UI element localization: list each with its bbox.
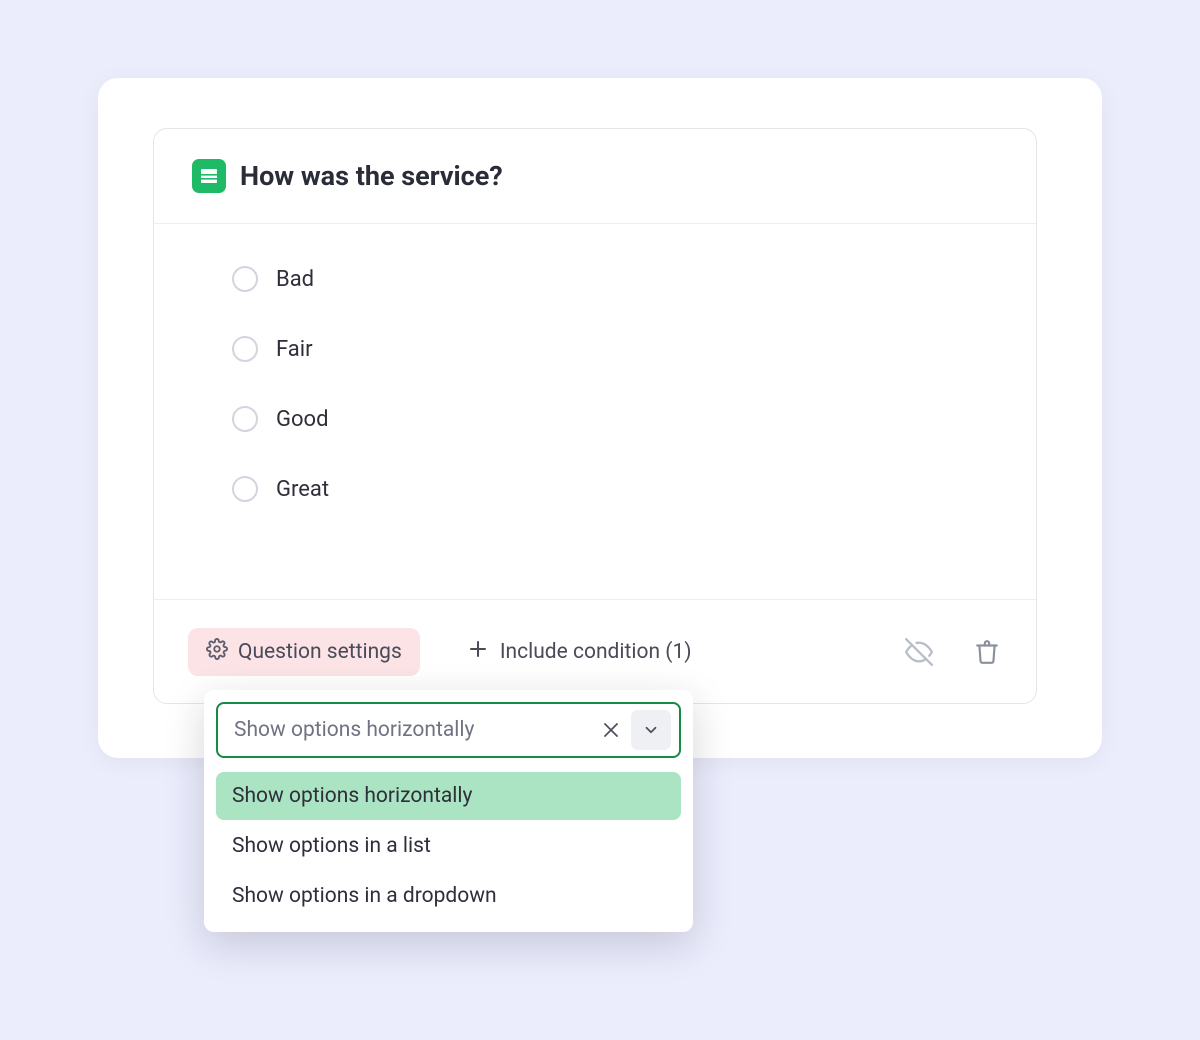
question-settings-button[interactable]: Question settings <box>188 628 420 676</box>
delete-button[interactable] <box>972 637 1002 667</box>
dropdown-option-label: Show options horizontally <box>232 784 472 808</box>
radio-option[interactable]: Great <box>232 476 958 502</box>
options-area: Bad Fair Good Great <box>154 224 1036 566</box>
radio-label: Bad <box>276 267 314 292</box>
display-mode-combobox[interactable]: Show options horizontally <box>216 702 681 758</box>
dropdown-option-label: Show options in a dropdown <box>232 884 497 908</box>
question-title[interactable]: How was the service? <box>240 160 503 192</box>
dropdown-option[interactable]: Show options in a list <box>216 822 681 870</box>
radio-option[interactable]: Good <box>232 406 958 432</box>
radio-label: Fair <box>276 337 313 362</box>
clear-icon[interactable] <box>599 718 623 742</box>
radio-icon <box>232 266 258 292</box>
plus-icon <box>466 637 490 667</box>
chevron-down-icon[interactable] <box>631 710 671 750</box>
question-type-icon <box>192 159 226 193</box>
visibility-toggle-button[interactable] <box>904 637 934 667</box>
question-settings-label: Question settings <box>238 640 402 664</box>
radio-icon <box>232 406 258 432</box>
radio-label: Great <box>276 477 329 502</box>
question-card: How was the service? Bad Fair Good Great <box>153 128 1037 704</box>
radio-icon <box>232 476 258 502</box>
dropdown-option[interactable]: Show options horizontally <box>216 772 681 820</box>
question-header: How was the service? <box>154 129 1036 224</box>
radio-icon <box>232 336 258 362</box>
dropdown-option[interactable]: Show options in a dropdown <box>216 872 681 920</box>
dropdown-option-label: Show options in a list <box>232 834 431 858</box>
radio-option[interactable]: Bad <box>232 266 958 292</box>
dropdown-options-list: Show options horizontally Show options i… <box>216 772 681 920</box>
question-footer: Question settings Include condition (1) <box>154 599 1036 703</box>
settings-dropdown-panel: Show options horizontally Show options h… <box>204 690 693 932</box>
radio-label: Good <box>276 407 329 432</box>
radio-option[interactable]: Fair <box>232 336 958 362</box>
include-condition-button[interactable]: Include condition (1) <box>448 627 710 677</box>
combobox-value: Show options horizontally <box>234 718 591 742</box>
editor-canvas: How was the service? Bad Fair Good Great <box>98 78 1102 758</box>
gear-icon <box>206 638 228 666</box>
include-condition-label: Include condition (1) <box>500 640 692 664</box>
